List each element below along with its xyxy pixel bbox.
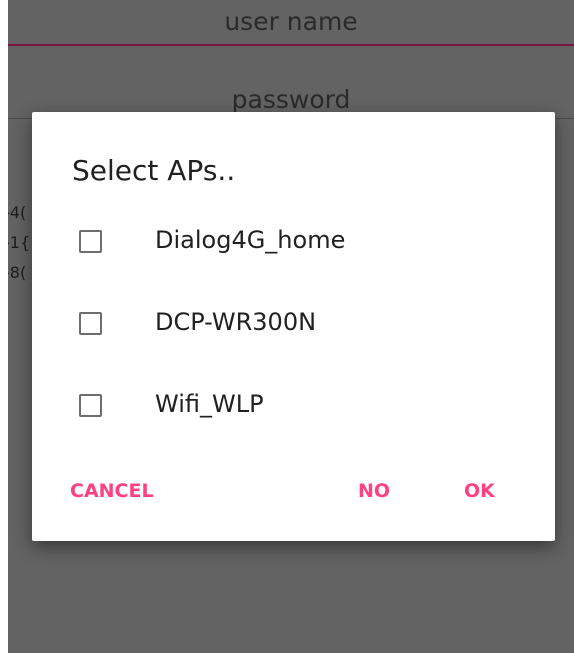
- cancel-button[interactable]: CANCEL: [70, 480, 154, 502]
- checkbox[interactable]: [79, 394, 102, 417]
- ok-button[interactable]: OK: [464, 480, 495, 502]
- username-underline: [8, 44, 574, 46]
- no-button[interactable]: NO: [358, 480, 390, 502]
- background-value: -1{: [8, 233, 31, 252]
- ap-option-dcp-wr300n[interactable]: DCP-WR300N: [32, 284, 555, 366]
- username-field[interactable]: user name: [8, 7, 574, 36]
- background-value: -8(: [8, 263, 27, 282]
- checkbox[interactable]: [79, 230, 102, 253]
- ap-option-dialog4g-home[interactable]: Dialog4G_home: [32, 202, 555, 284]
- ap-option-label: Dialog4G_home: [155, 226, 346, 254]
- ap-option-label: DCP-WR300N: [155, 308, 317, 336]
- background-values-list: -4( -1{ -8(: [8, 198, 30, 288]
- checkbox[interactable]: [79, 312, 102, 335]
- dialog-title: Select APs..: [72, 154, 236, 187]
- password-field[interactable]: password: [8, 85, 574, 114]
- ap-option-label: Wifi_WLP: [155, 390, 264, 418]
- ap-option-wifi-wlp[interactable]: Wifi_WLP: [32, 366, 555, 448]
- background-value: -4(: [8, 203, 27, 222]
- select-aps-dialog: Select APs.. Dialog4G_home DCP-WR300N Wi…: [32, 112, 555, 541]
